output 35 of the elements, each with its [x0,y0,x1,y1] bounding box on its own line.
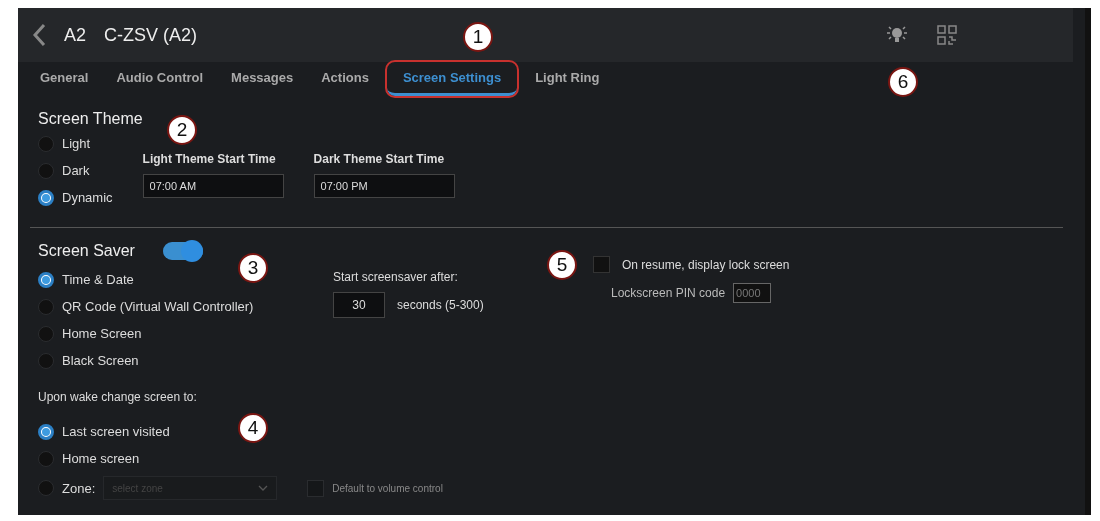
time-field[interactable]: 07:00 PM [313,174,455,198]
tab[interactable]: Light Ring [525,62,610,96]
tab[interactable]: Screen Settings [386,62,518,96]
pin-label: Lockscreen PIN code [611,286,726,300]
radio-option[interactable]: Dynamic [38,188,113,207]
delay-label: Start screensaver after: [333,270,459,284]
radio-option[interactable]: QR Code (Virtual Wall Controller) [38,297,333,316]
checkbox[interactable] [593,256,610,273]
radio-option[interactable]: Dark [38,161,113,180]
device-title: C-ZSV (A2) [104,24,198,46]
qr-code-icon[interactable] [936,24,958,46]
time-field[interactable]: 07:00 AM [142,174,284,198]
checkbox-label: Default to volume control [332,482,443,494]
radio-option[interactable]: Black Screen [38,351,333,370]
toggle-switch[interactable] [162,242,203,260]
tab[interactable]: Messages [221,62,304,96]
unit-label: seconds (5-300) [397,298,484,312]
pin-field[interactable]: 0000 [733,283,772,303]
section-title: Screen Saver [38,242,135,260]
seconds-field[interactable]: 30 [333,292,385,318]
radio-option[interactable]: Zone: [38,478,96,498]
field-label: Dark Theme Start Time [313,152,446,166]
checkbox-label: On resume, display lock screen [622,257,790,272]
radio-option[interactable]: Light [38,134,113,153]
caret-icon [258,485,269,491]
radio-option[interactable]: Home screen [38,449,1065,468]
back-icon[interactable] [32,23,46,47]
field-label: Light Theme Start Time [142,152,277,166]
tab[interactable]: General [30,62,99,96]
device-code: A2 [64,24,87,46]
section-title: Screen Theme [38,110,144,128]
tab[interactable]: Actions [311,62,379,96]
radio-option[interactable]: Home Screen [38,324,333,343]
wake-label: Upon wake change screen to: [38,390,198,404]
tab[interactable]: Audio Control [106,62,214,96]
